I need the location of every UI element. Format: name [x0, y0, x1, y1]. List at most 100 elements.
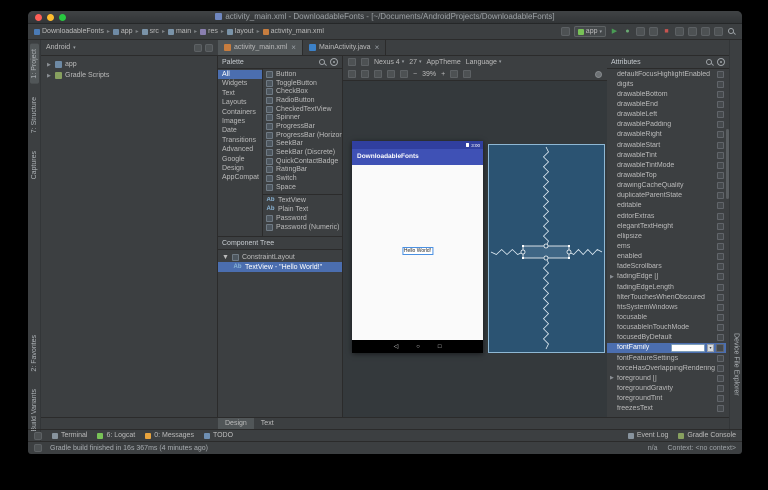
attribute-row-focusable[interactable]: focusable: [607, 312, 726, 322]
palette-component-checkbox[interactable]: CheckBox: [263, 87, 342, 96]
attribute-row-drawableleft[interactable]: drawableLeft: [607, 110, 726, 120]
mode-tab-text[interactable]: Text: [254, 418, 281, 429]
warnings-badge[interactable]: [595, 70, 602, 78]
palette-category-layouts[interactable]: Layouts: [218, 98, 262, 107]
breadcrumb-item-layout[interactable]: layout: [226, 28, 254, 35]
palette-component-togglebutton[interactable]: ToggleButton: [263, 79, 342, 88]
palette-category-date[interactable]: Date: [218, 126, 262, 135]
attribute-row-fontfeaturesettings[interactable]: fontFeatureSettings: [607, 353, 726, 363]
palette-category-appcompat[interactable]: AppCompat: [218, 173, 262, 182]
attribute-row-editorextras[interactable]: editorExtras: [607, 211, 726, 221]
attribute-row-forcehasoverlappingrendering[interactable]: forceHasOverlappingRendering: [607, 363, 726, 373]
design-preview[interactable]: 3:00 DownloadableFonts Hello World! ◁ ○ □: [352, 141, 483, 353]
clear-constraints-icon[interactable]: [361, 70, 369, 78]
attribute-row-fadescrollbars[interactable]: fadeScrollbars: [607, 262, 726, 272]
palette-category-all[interactable]: All: [218, 70, 262, 80]
palette-component-switch[interactable]: Switch: [263, 174, 342, 183]
value-flag-button[interactable]: [717, 151, 724, 159]
orientation-icon[interactable]: [361, 58, 369, 66]
api-selector[interactable]: 27 ▾: [409, 59, 421, 66]
attribute-row-foregroundgravity[interactable]: foregroundGravity: [607, 383, 726, 393]
attribute-row-digits[interactable]: digits: [607, 79, 726, 89]
hammer-icon[interactable]: [560, 27, 570, 36]
coverage-icon[interactable]: [636, 27, 645, 36]
palette-component-password[interactable]: Password: [263, 214, 342, 223]
design-canvas[interactable]: 3:00 DownloadableFonts Hello World! ◁ ○ □: [343, 81, 607, 417]
palette-component-space[interactable]: Space: [263, 183, 342, 192]
value-flag-button[interactable]: [717, 212, 724, 220]
attribute-row-eleganttextheight[interactable]: elegantTextHeight: [607, 221, 726, 231]
component-tree-item-constraintlayout[interactable]: ▼ ConstraintLayout: [218, 252, 342, 262]
attribute-row-drawablestart[interactable]: drawableStart: [607, 140, 726, 150]
value-flag-button[interactable]: [717, 100, 724, 108]
status-toggle-icon[interactable]: [34, 444, 42, 452]
value-flag-button[interactable]: [717, 70, 724, 78]
attribute-row-drawablebottom[interactable]: drawableBottom: [607, 89, 726, 99]
autoconnect-icon[interactable]: [348, 70, 356, 78]
sdk-manager-icon[interactable]: [714, 27, 723, 36]
attribute-row-fitssystemwindows[interactable]: fitsSystemWindows: [607, 302, 726, 312]
palette-category-design[interactable]: Design: [218, 164, 262, 173]
search-everywhere-icon[interactable]: [727, 27, 736, 36]
value-flag-button[interactable]: [717, 293, 724, 301]
gear-icon[interactable]: [194, 43, 202, 52]
pan-icon[interactable]: [463, 70, 472, 78]
attribute-row-defaultfocushighlightenabled[interactable]: defaultFocusHighlightEnabled: [607, 69, 726, 79]
attribute-row-fontfamily[interactable]: fontFamily ▾: [607, 342, 726, 353]
attribute-row-drawableright[interactable]: drawableRight: [607, 130, 726, 140]
palette-component-seekbar--discrete-[interactable]: SeekBar (Discrete): [263, 148, 342, 157]
component-tree-item-textview[interactable]: Ab TextView - "Hello World!": [218, 262, 342, 272]
value-flag-button[interactable]: [717, 111, 724, 119]
language-selector[interactable]: Language ▾: [466, 59, 502, 66]
value-flag-button[interactable]: [717, 161, 724, 169]
value-flag-button[interactable]: [717, 263, 724, 271]
attribute-row-focusedbydefault[interactable]: focusedByDefault: [607, 333, 726, 343]
attribute-row-drawabletint[interactable]: drawableTint: [607, 150, 726, 160]
palette-category-containers[interactable]: Containers: [218, 108, 262, 117]
close-icon[interactable]: ×: [291, 43, 296, 52]
palette-category-transitions[interactable]: Transitions: [218, 136, 262, 145]
attribute-row-ellipsize[interactable]: ellipsize: [607, 231, 726, 241]
toolwindow-logcat[interactable]: 6: Logcat: [97, 432, 135, 439]
align-icon[interactable]: [400, 70, 408, 78]
infer-constraints-icon[interactable]: [374, 70, 382, 78]
value-flag-button[interactable]: [717, 171, 724, 179]
palette-category-advanced[interactable]: Advanced: [218, 145, 262, 154]
value-flag-button[interactable]: [717, 334, 724, 342]
attribute-row-drawabletop[interactable]: drawableTop: [607, 170, 726, 180]
attribute-row-fadingedgelength[interactable]: fadingEdgeLength: [607, 282, 726, 292]
gear-icon[interactable]: [717, 58, 725, 66]
expand-icon[interactable]: ▶: [610, 375, 615, 381]
attribute-row-freezestext[interactable]: freezesText: [607, 404, 726, 414]
design-surface-icon[interactable]: [348, 58, 356, 66]
palette-category-images[interactable]: Images: [218, 117, 262, 126]
palette-component-progressbar[interactable]: ProgressBar: [263, 122, 342, 131]
attribute-row-drawabletintmode[interactable]: drawableTintMode: [607, 160, 726, 170]
project-tree-item-app[interactable]: ▶ app: [41, 59, 217, 70]
expand-icon[interactable]: ▼: [222, 254, 229, 261]
wrench-icon[interactable]: [716, 343, 724, 352]
toolwindow-terminal[interactable]: Terminal: [52, 432, 87, 439]
palette-component-progressbar--horizontal-[interactable]: ProgressBar (Horizontal): [263, 131, 342, 140]
palette-category-text[interactable]: Text: [218, 89, 262, 98]
theme-selector[interactable]: AppTheme: [427, 59, 461, 66]
value-flag-button[interactable]: [717, 131, 724, 139]
value-flag-button[interactable]: [717, 232, 724, 240]
breadcrumb-item-res[interactable]: res: [200, 28, 218, 35]
value-flag-button[interactable]: [717, 324, 724, 332]
toolwindow-eventlog[interactable]: Event Log: [627, 432, 668, 439]
blueprint-preview[interactable]: [488, 144, 605, 353]
search-icon[interactable]: [318, 58, 327, 67]
toolwindow-button-structure[interactable]: 7: Structure: [30, 92, 39, 138]
guidelines-icon[interactable]: [387, 70, 395, 78]
attribute-row-ems[interactable]: ems: [607, 241, 726, 251]
value-flag-button[interactable]: [717, 303, 724, 311]
attribute-row-focusableintouchmode[interactable]: focusableInTouchMode: [607, 323, 726, 333]
value-flag-button[interactable]: [717, 192, 724, 200]
value-flag-button[interactable]: [717, 222, 724, 230]
value-flag-button[interactable]: [717, 364, 724, 372]
zoom-fit-icon[interactable]: [450, 70, 459, 78]
value-flag-button[interactable]: [717, 283, 724, 291]
toolwindow-button-project[interactable]: 1: Project: [29, 44, 39, 84]
breadcrumb-item-app[interactable]: app: [112, 28, 133, 35]
